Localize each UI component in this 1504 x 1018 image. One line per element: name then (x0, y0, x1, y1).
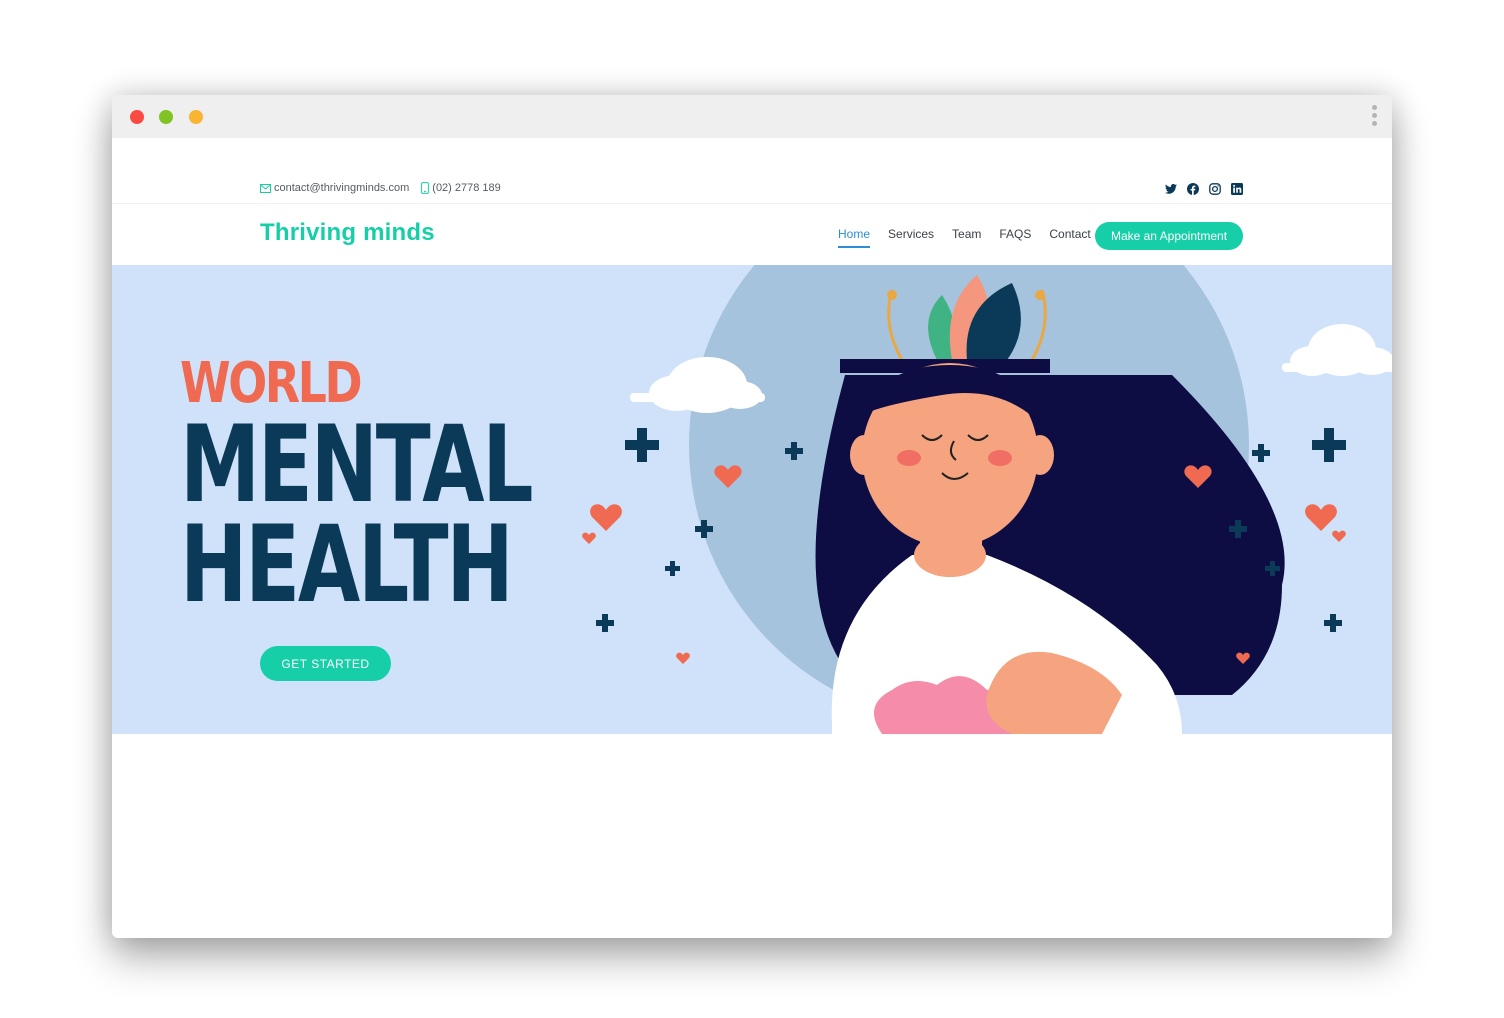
phone-icon (421, 182, 430, 194)
envelope-icon (260, 183, 271, 193)
contact-info: contact@thrivingminds.com (02) 2778 189 (260, 182, 513, 194)
main-menu: Home Services Team FAQS Contact (838, 227, 1091, 248)
get-started-button[interactable]: GET STARTED (260, 646, 391, 681)
linkedin-icon[interactable] (1230, 182, 1244, 196)
browser-window: contact@thrivingminds.com (02) 2778 189 (112, 95, 1392, 938)
email-link[interactable]: contact@thrivingminds.com (260, 182, 409, 194)
twitter-icon[interactable] (1164, 182, 1178, 196)
social-links (1164, 182, 1244, 196)
phone-text: (02) 2778 189 (432, 182, 501, 194)
hero-banner: WORLD MENTAL HEALTH GET STARTED (112, 265, 1392, 734)
nav-services[interactable]: Services (888, 227, 934, 248)
contact-topbar: contact@thrivingminds.com (02) 2778 189 (112, 138, 1392, 204)
maximize-window-button[interactable] (189, 110, 203, 124)
nav-contact[interactable]: Contact (1049, 227, 1090, 248)
collar-skin (914, 533, 986, 577)
ear-left (850, 435, 878, 475)
facebook-icon[interactable] (1186, 182, 1200, 196)
window-titlebar (112, 95, 1392, 138)
main-navbar: Thriving minds Home Services Team FAQS C… (112, 205, 1392, 265)
ear-right (1026, 435, 1054, 475)
minimize-window-button[interactable] (159, 110, 173, 124)
hero-headline-mental: MENTAL (180, 403, 534, 526)
email-text: contact@thrivingminds.com (274, 182, 410, 194)
phone-link[interactable]: (02) 2778 189 (421, 182, 501, 194)
make-appointment-button[interactable]: Make an Appointment (1095, 222, 1243, 250)
hero-headline-health: HEALTH (180, 503, 514, 626)
nav-team[interactable]: Team (952, 227, 981, 248)
instagram-icon[interactable] (1208, 182, 1222, 196)
cheek-left (897, 450, 921, 466)
more-options-icon[interactable] (1370, 105, 1378, 129)
mental-health-illustration (582, 265, 1392, 734)
nav-home[interactable]: Home (838, 227, 871, 248)
close-window-button[interactable] (130, 110, 144, 124)
nav-faqs[interactable]: FAQS (999, 227, 1031, 248)
cheek-right (988, 450, 1012, 466)
site-logo[interactable]: Thriving minds (260, 219, 435, 247)
